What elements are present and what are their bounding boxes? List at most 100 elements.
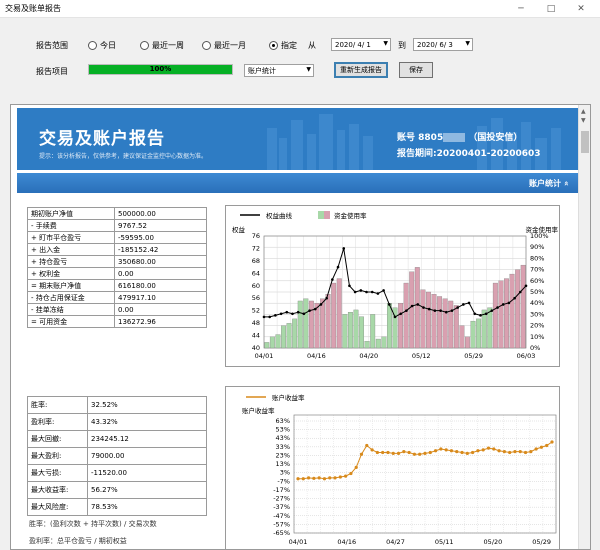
close-icon[interactable]: ✕	[570, 2, 592, 16]
return-point	[338, 475, 342, 479]
report-item-value: 账户统计	[248, 67, 276, 75]
radio-circle[interactable]	[202, 41, 211, 50]
y-tick-label: -47%	[273, 512, 290, 520]
radio-week[interactable]: 最近一周	[140, 40, 184, 51]
legend-bar-label: 资金使用率	[334, 211, 367, 220]
return-point	[455, 450, 459, 454]
radio-circle-selected[interactable]	[269, 41, 278, 50]
radio-circle[interactable]	[88, 41, 97, 50]
radio-today[interactable]: 今日	[88, 40, 116, 51]
return-point	[476, 449, 480, 453]
progress-bar: 100%	[88, 64, 233, 75]
radio-circle[interactable]	[140, 41, 149, 50]
usage-bar	[487, 307, 493, 349]
chevron-down-icon[interactable]: ▼	[383, 39, 388, 49]
return-point	[428, 450, 432, 455]
minimize-icon[interactable]: ─	[510, 2, 532, 16]
date-from-picker[interactable]: 2020/ 4/ 1 ▼	[331, 38, 391, 51]
return-point	[529, 450, 533, 454]
return-point	[423, 451, 427, 455]
radio-today-label: 今日	[100, 41, 116, 50]
table-row: 盈利率: 43.32%	[27, 413, 207, 431]
stat-value: 234245.12	[87, 430, 207, 448]
stat-value: 616180.00	[114, 279, 207, 292]
stat-value: -59595.00	[114, 231, 207, 244]
return-point	[381, 450, 385, 455]
usage-bar	[353, 309, 359, 349]
return-rate-chart: 账户收益率 账户收益率 63% 53% 43% 33% 23% 13% 3% -7% -17% -27…	[225, 386, 560, 549]
return-point	[539, 445, 544, 449]
return-point	[513, 450, 517, 454]
radio-month[interactable]: 最近一月	[202, 40, 246, 51]
range-label: 报告范围	[36, 41, 68, 50]
return-point	[333, 476, 337, 480]
chevron-down-icon[interactable]: ▼	[465, 39, 470, 49]
y-right-tick-label: 30%	[530, 310, 544, 318]
report-item-select[interactable]: 账户统计 ▼	[244, 64, 314, 77]
usage-bar	[409, 271, 415, 349]
stat-label: - 持仓占用保证金	[27, 291, 115, 304]
regenerate-report-button[interactable]: 重新生成报告	[334, 62, 388, 78]
usage-bar	[414, 267, 420, 349]
usage-bar	[442, 298, 448, 349]
x-tick-label: 05/11	[435, 538, 454, 546]
collapse-icon[interactable]: «	[562, 181, 571, 186]
equity-point	[524, 284, 528, 288]
stat-value: -185152.42	[114, 243, 207, 256]
equity-point	[376, 292, 380, 295]
stat-value: 500000.00	[114, 207, 207, 220]
return-point	[534, 447, 538, 451]
usage-bar	[286, 323, 292, 349]
stat-label: + 持仓盈亏	[27, 255, 115, 268]
return-point	[370, 448, 374, 452]
usage-bar	[320, 298, 325, 349]
table-row: 胜率: 32.52%	[27, 396, 207, 414]
usage-bar	[386, 303, 392, 349]
maximize-icon[interactable]: □	[540, 2, 562, 16]
radio-custom[interactable]: 指定	[269, 40, 297, 51]
usage-bar	[375, 338, 381, 349]
y-left-tick-label: 56	[252, 294, 260, 302]
return-point	[550, 440, 554, 444]
table-row: - 手续费 9767.52	[27, 219, 207, 232]
equity-point	[399, 312, 402, 316]
table-row: + 盯市平仓盈亏 -59595.00	[27, 231, 207, 244]
chevron-down-icon[interactable]: ▼	[306, 65, 311, 75]
usage-bar	[381, 336, 387, 349]
equity-point	[393, 315, 397, 319]
usage-bar	[336, 278, 342, 349]
equity-point	[365, 290, 368, 294]
stat-value: 350680.00	[114, 255, 207, 268]
stat-value: 0.00	[114, 303, 207, 316]
stat-label: - 挂单冻结	[27, 303, 115, 316]
scroll-up-icon[interactable]: ▲	[581, 108, 586, 115]
usage-bar	[465, 336, 470, 349]
y-right-tick-label: 60%	[530, 277, 544, 285]
window-title: 交易及账单报告	[5, 4, 61, 13]
return-point	[328, 476, 332, 480]
section-header[interactable]: 账户统计 «	[17, 173, 579, 193]
return-point	[492, 447, 496, 451]
project-label: 报告项目	[36, 67, 68, 76]
stat-value: -11520.00	[87, 464, 207, 482]
vertical-scrollbar[interactable]: ▲ ▼	[578, 105, 590, 549]
equity-point	[308, 309, 311, 312]
scrollbar-thumb[interactable]	[581, 131, 589, 153]
section-title: 账户统计 «	[529, 178, 571, 189]
save-button[interactable]: 保存	[399, 62, 433, 78]
scroll-down-icon[interactable]: ▼	[581, 117, 586, 124]
y-tick-label: 33%	[276, 443, 290, 451]
y-tick-label: -65%	[273, 529, 290, 537]
equity-point	[336, 265, 340, 269]
usage-bar	[470, 320, 476, 349]
return-point	[471, 450, 475, 455]
report-view[interactable]: 交易及账户报告 提示：该分析报告，仅供参考，建议保证金监控中心数据为准。 账号 …	[10, 104, 591, 550]
table-row: 最大亏损: -11520.00	[27, 464, 207, 482]
x-tick-label: 06/03	[517, 352, 536, 360]
y-right-tick-label: 100%	[530, 232, 549, 240]
return-point	[444, 448, 448, 452]
equity-point	[513, 296, 516, 300]
equity-point	[439, 309, 442, 312]
y-left-tick-label: 76	[252, 232, 260, 240]
date-to-picker[interactable]: 2020/ 6/ 3 ▼	[413, 38, 473, 51]
